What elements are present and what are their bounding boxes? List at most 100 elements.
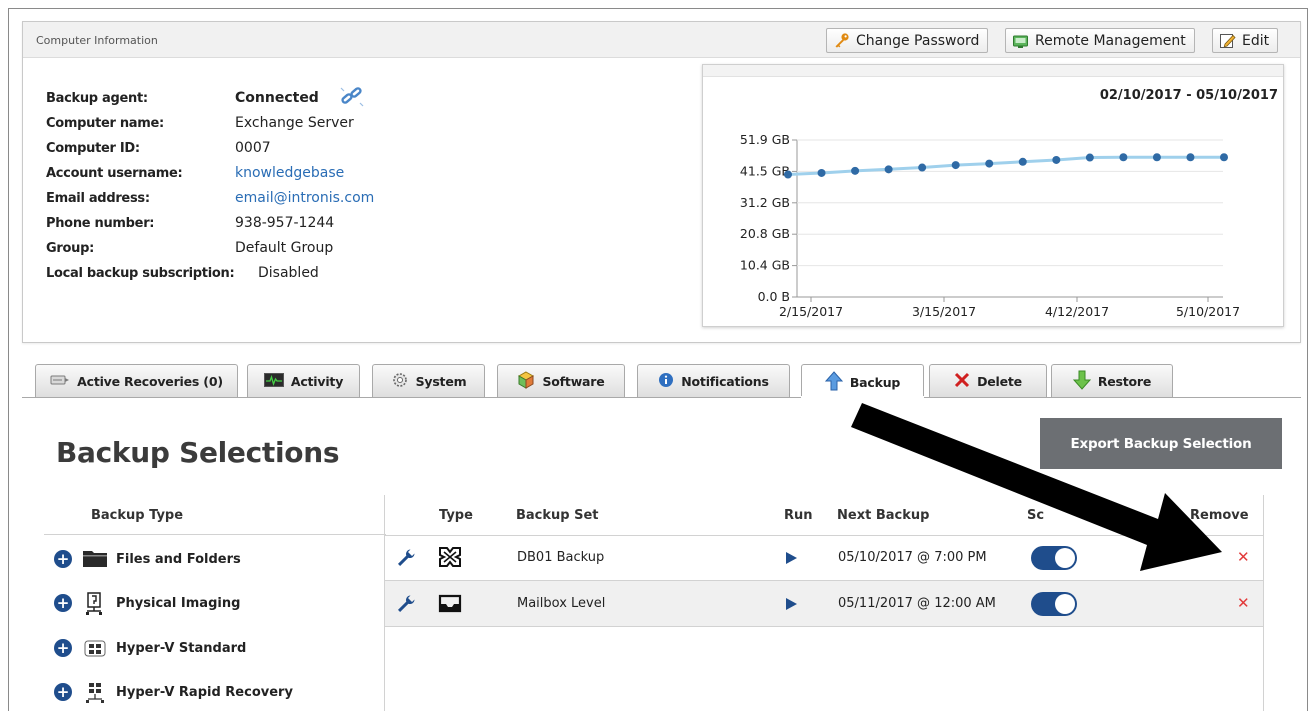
backup-type-label: Hyper-V Standard <box>116 640 247 656</box>
chart-topbar <box>703 65 1283 77</box>
tab-backup[interactable]: Backup <box>801 364 924 399</box>
remote-management-button[interactable]: Remote Management <box>1005 28 1195 53</box>
agent-status: Connected <box>235 90 319 106</box>
remove-icon[interactable]: ✕ <box>1237 594 1250 612</box>
run-backup-icon[interactable] <box>786 552 797 564</box>
add-icon[interactable]: + <box>54 550 72 568</box>
x-tick-label: 2/15/2017 <box>779 304 843 319</box>
tab-strip-baseline <box>22 397 1301 398</box>
edit-button[interactable]: Edit <box>1212 28 1279 53</box>
row-divider <box>385 626 1263 627</box>
folder-icon <box>82 548 107 570</box>
backup-set-name: Mailbox Level <box>517 596 606 611</box>
field-label: Account username: <box>46 166 183 181</box>
email-link[interactable]: email@intronis.com <box>235 190 374 206</box>
down-arrow-icon <box>1072 370 1091 393</box>
data-point <box>1186 153 1195 162</box>
software-icon <box>517 370 535 392</box>
data-point <box>951 161 960 170</box>
field-value: 938-957-1244 <box>235 215 335 231</box>
add-icon[interactable]: + <box>54 683 72 701</box>
tab-label: Delete <box>977 373 1022 389</box>
tab-label: Activity <box>290 373 344 389</box>
backup-type-label: Hyper-V Rapid Recovery <box>116 684 293 700</box>
field-value: Exchange Server <box>235 115 354 131</box>
y-tick-label: 41.5 GB <box>740 163 790 178</box>
tab-software[interactable]: Software <box>497 364 625 397</box>
data-point <box>918 163 927 172</box>
backup-type-hyper-v-standard[interactable]: + Hyper-V Standard <box>54 636 246 660</box>
backup-type-physical-imaging[interactable]: + Physical Imaging <box>54 591 240 615</box>
add-icon[interactable]: + <box>54 594 72 612</box>
y-tick-label: 10.4 GB <box>740 258 790 273</box>
tab-label: Restore <box>1097 373 1152 389</box>
data-point <box>1085 153 1094 162</box>
field-label: Backup agent: <box>46 91 148 106</box>
backup-type-files-and-folders[interactable]: + Files and Folders <box>54 547 241 571</box>
remove-icon[interactable]: ✕ <box>1237 548 1250 566</box>
field-value: Default Group <box>235 240 334 256</box>
data-point <box>985 159 994 168</box>
storage-usage-chart: 02/10/2017 - 05/10/2017 51.9 GB 41.5 GB 31… <box>702 64 1284 327</box>
tab-active-recoveries[interactable]: Active Recoveries (0) <box>35 364 238 397</box>
tab-label: Notifications <box>681 373 769 389</box>
schedule-toggle[interactable] <box>1031 592 1077 616</box>
recoveries-icon <box>50 373 70 390</box>
tab-restore[interactable]: Restore <box>1051 364 1173 397</box>
column-header-remove: Remove <box>1190 508 1249 523</box>
field-label: Local backup subscription: <box>46 266 235 281</box>
remote-management-icon <box>1012 32 1029 49</box>
field-value: Disabled <box>258 265 319 281</box>
key-icon <box>833 32 850 49</box>
y-tick-label: 20.8 GB <box>740 226 790 241</box>
edit-label: Edit <box>1242 32 1270 49</box>
change-password-label: Change Password <box>856 32 980 49</box>
header-divider <box>385 535 1263 536</box>
physical-imaging-icon <box>82 592 106 615</box>
tab-system[interactable]: System <box>372 364 485 397</box>
tab-delete[interactable]: Delete <box>929 364 1047 397</box>
connected-link-icon <box>339 85 365 113</box>
field-label: Phone number: <box>46 216 155 231</box>
field-label: Email address: <box>46 191 150 206</box>
y-tick-label: 31.2 GB <box>740 195 790 210</box>
y-tick-label: 51.9 GB <box>740 132 790 147</box>
tab-notifications[interactable]: Notifications <box>637 364 790 397</box>
remote-management-label: Remote Management <box>1035 32 1186 49</box>
backup-type-label: Physical Imaging <box>116 595 241 611</box>
column-header-type: Type <box>439 508 473 523</box>
backup-type-label: Files and Folders <box>116 551 241 567</box>
page-title: Backup Selections <box>56 436 340 469</box>
data-point <box>884 165 893 174</box>
field-label: Computer name: <box>46 116 164 131</box>
add-icon[interactable]: + <box>54 639 72 657</box>
divider <box>44 534 386 535</box>
data-point <box>1018 157 1027 166</box>
mailbox-icon <box>437 592 463 618</box>
next-backup-time: 05/11/2017 @ 12:00 AM <box>838 596 996 611</box>
data-point <box>1152 153 1161 162</box>
wrench-icon[interactable] <box>396 594 416 614</box>
system-icon <box>391 371 409 392</box>
wrench-icon[interactable] <box>396 548 416 568</box>
export-backup-selection-button[interactable]: Export Backup Selection <box>1040 418 1282 469</box>
x-tick-label: 3/15/2017 <box>912 304 976 319</box>
table-right-border <box>1263 495 1264 711</box>
activity-icon <box>263 372 284 390</box>
change-password-button[interactable]: Change Password <box>826 28 989 53</box>
backup-type-hyper-v-rapid-recovery[interactable]: + Hyper-V Rapid Recovery <box>54 680 293 704</box>
username-link[interactable]: knowledgebase <box>235 165 344 181</box>
field-label: Group: <box>46 241 94 256</box>
tab-label: Software <box>542 373 605 389</box>
run-backup-icon[interactable] <box>786 598 797 610</box>
data-point <box>1220 153 1228 162</box>
panel-header: Computer Information Change Password Rem… <box>23 22 1300 58</box>
field-label: Computer ID: <box>46 141 140 156</box>
next-backup-time: 05/10/2017 @ 7:00 PM <box>838 550 987 565</box>
backup-type-header: Backup Type <box>91 508 184 523</box>
tab-activity[interactable]: Activity <box>247 364 360 397</box>
hyperv-rapid-icon <box>82 681 106 703</box>
tab-label: Backup <box>849 374 901 390</box>
x-icon <box>954 372 970 391</box>
schedule-toggle[interactable] <box>1031 546 1077 570</box>
